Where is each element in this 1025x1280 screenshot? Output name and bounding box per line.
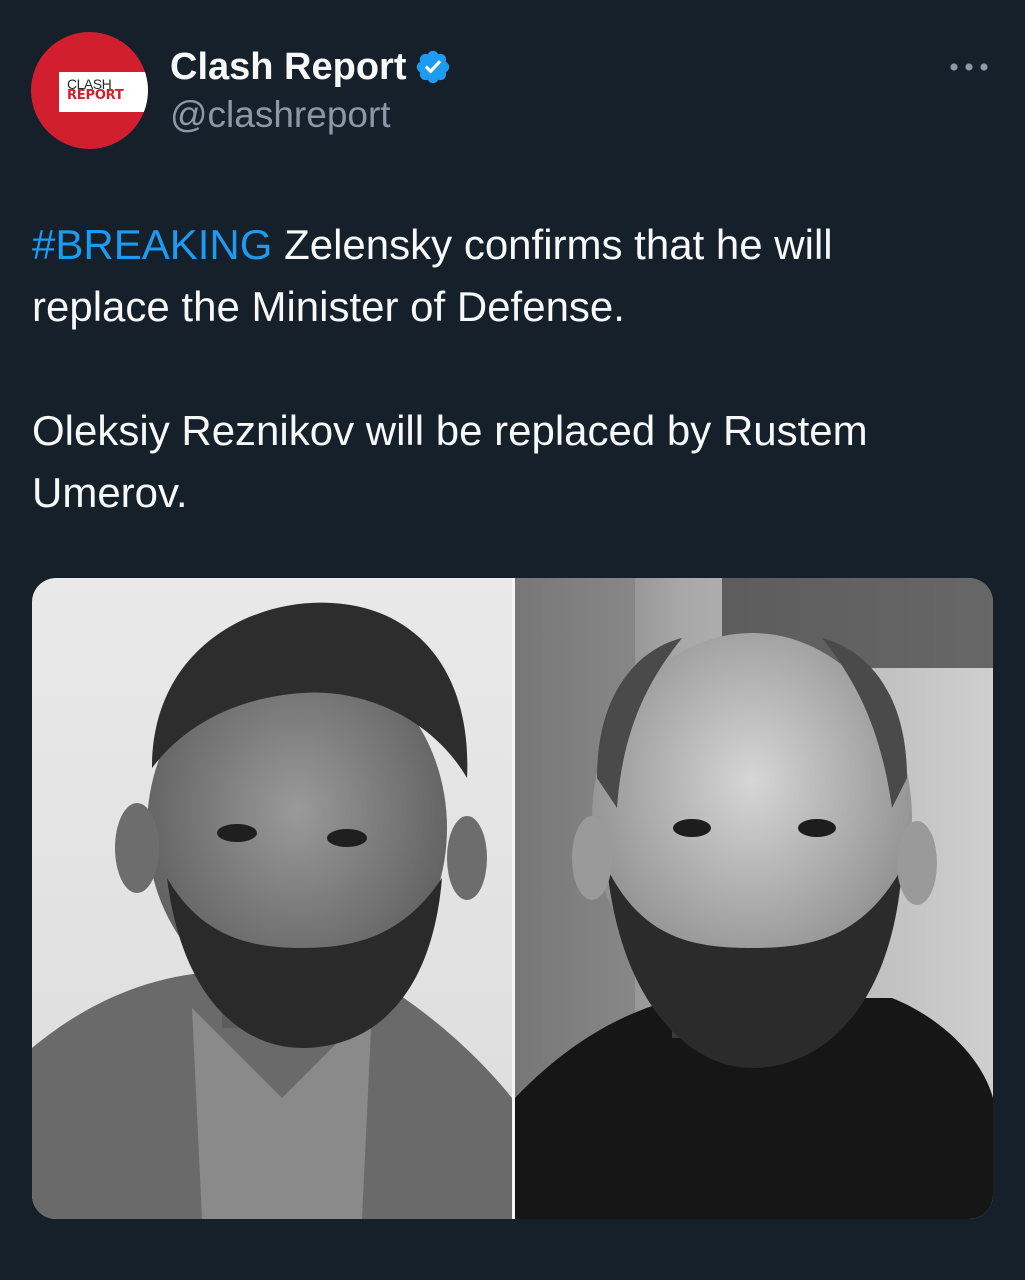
author-handle[interactable]: @clashreport — [170, 92, 391, 138]
logo-text-report: REPORT — [67, 88, 124, 103]
tweet-text: #BREAKING Zelensky confirms that he will… — [32, 214, 962, 524]
display-name-text[interactable]: Clash Report — [170, 44, 406, 90]
hashtag-link[interactable]: #BREAKING — [32, 221, 272, 268]
verified-badge-icon — [414, 48, 452, 86]
author-display-name[interactable]: Clash Report — [170, 44, 452, 90]
clash-report-logo: CLASH REPORT — [59, 72, 148, 112]
tweet-paragraph-1: #BREAKING Zelensky confirms that he will… — [32, 214, 962, 338]
tweet-paragraph-2: Oleksiy Reznikov will be replaced by Rus… — [32, 407, 868, 516]
tweet-photo[interactable] — [32, 578, 993, 1219]
more-options-button[interactable] — [944, 52, 994, 82]
avatar[interactable]: CLASH REPORT — [31, 32, 148, 149]
more-dots-icon — [950, 63, 988, 71]
image-icon — [32, 578, 993, 1219]
